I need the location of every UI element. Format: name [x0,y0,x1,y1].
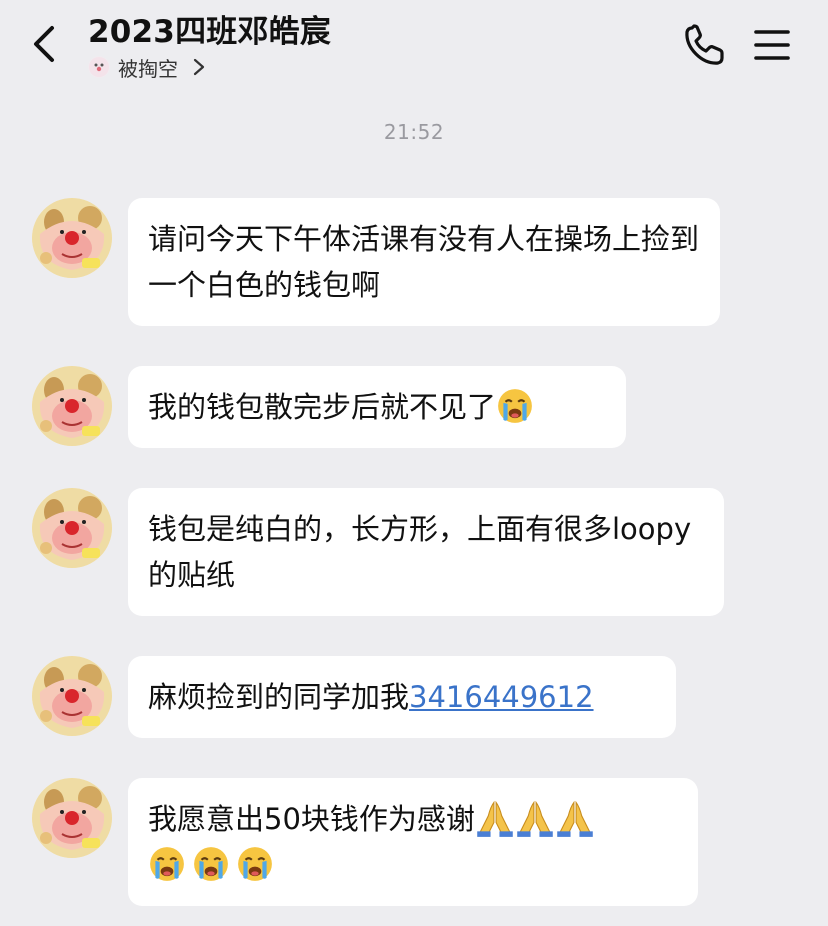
message-bubble[interactable]: 钱包是纯白的，长方形，上面有很多loopy的贴纸 [128,488,724,616]
message-bubble[interactable]: 我的钱包散完步后就不见了 [128,366,626,448]
folded-hands-icon [555,798,595,838]
message-bubble[interactable]: 请问今天下午体活课有没有人在操场上捡到一个白色的钱包啊 [128,198,720,326]
avatar[interactable] [32,198,112,278]
loudly-crying-face-icon [192,845,230,883]
phone-number-link[interactable]: 3416449612 [409,680,594,714]
folded-hands-icon [515,798,555,838]
avatar[interactable] [32,778,112,858]
menu-button[interactable] [752,26,792,64]
chat-status[interactable]: 被掏空 [88,52,206,82]
chat-header: 2023四班邓皓宸 被掏空 [0,0,828,100]
message-bubble[interactable]: 我愿意出50块钱作为感谢 [128,778,698,906]
message-text: 我的钱包散完步后就不见了 [148,390,497,424]
hamburger-menu-icon [754,30,790,60]
chat-title[interactable]: 2023四班邓皓宸 [88,6,331,51]
message-row: 请问今天下午体活课有没有人在操场上捡到一个白色的钱包啊 [0,198,828,326]
message-bubble[interactable]: 麻烦捡到的同学加我3416449612 [128,656,676,738]
message-timestamp: 21:52 [383,120,445,144]
message-text: 钱包是纯白的，长方形，上面有很多loopy的贴纸 [148,512,692,592]
loudly-crying-face-icon [236,845,274,883]
message-row: 我愿意出50块钱作为感谢 [0,778,828,906]
status-text: 被掏空 [118,56,178,81]
chevron-left-icon [34,26,54,62]
avatar[interactable] [32,366,112,446]
message-row: 麻烦捡到的同学加我3416449612 [0,656,828,738]
loudly-crying-face-icon [148,845,186,883]
chevron-right-icon [193,58,205,76]
avatar[interactable] [32,656,112,736]
folded-hands-icon [475,798,515,838]
message-text: 麻烦捡到的同学加我 [148,680,410,714]
call-button[interactable] [682,22,728,68]
message-text: 请问今天下午体活课有没有人在操场上捡到一个白色的钱包啊 [148,222,700,302]
back-button[interactable] [24,20,68,68]
message-row: 钱包是纯白的，长方形，上面有很多loopy的贴纸 [0,488,828,616]
loudly-crying-face-icon [496,387,534,425]
avatar[interactable] [32,488,112,568]
message-text: 我愿意出50块钱作为感谢 [148,802,475,836]
status-avatar-icon [88,56,110,78]
phone-icon [685,24,724,65]
message-row: 我的钱包散完步后就不见了 [0,366,828,448]
